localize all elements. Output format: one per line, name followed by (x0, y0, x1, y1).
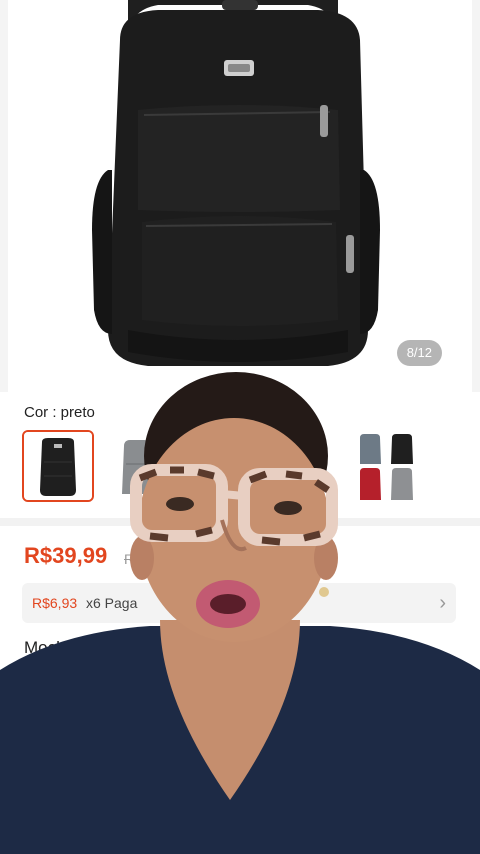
original-price: R (124, 551, 135, 567)
product-image-gallery[interactable]: 8/12 (0, 0, 480, 392)
swatch-cinza-image (122, 440, 152, 494)
installment-amount: R$6,93 (32, 595, 78, 611)
section-divider (0, 518, 480, 526)
product-title-start: Mochila (24, 638, 83, 657)
product-title-end: viagens ou (342, 638, 425, 657)
chevron-right-icon: › (439, 592, 446, 614)
product-image-frame: 8/12 (8, 0, 472, 392)
image-counter: 8/12 (396, 340, 442, 366)
installment-text: x6 Paga (86, 595, 138, 611)
swatch-preto-image (24, 432, 92, 500)
swatch-cinza[interactable] (110, 430, 182, 502)
product-title: Mochila viagens ou (24, 638, 454, 658)
backpack-image (92, 0, 380, 366)
installment-option[interactable]: R$6,93 x6 Paga › (22, 583, 456, 623)
swatch-preto[interactable] (22, 430, 94, 502)
product-price: R$39,99 (24, 543, 108, 568)
color-variant-label: Cor : preto (24, 404, 95, 421)
color-swatch-list (22, 430, 462, 506)
color-thumbnails-image (359, 434, 413, 500)
more-color-swatches[interactable] (359, 430, 450, 506)
